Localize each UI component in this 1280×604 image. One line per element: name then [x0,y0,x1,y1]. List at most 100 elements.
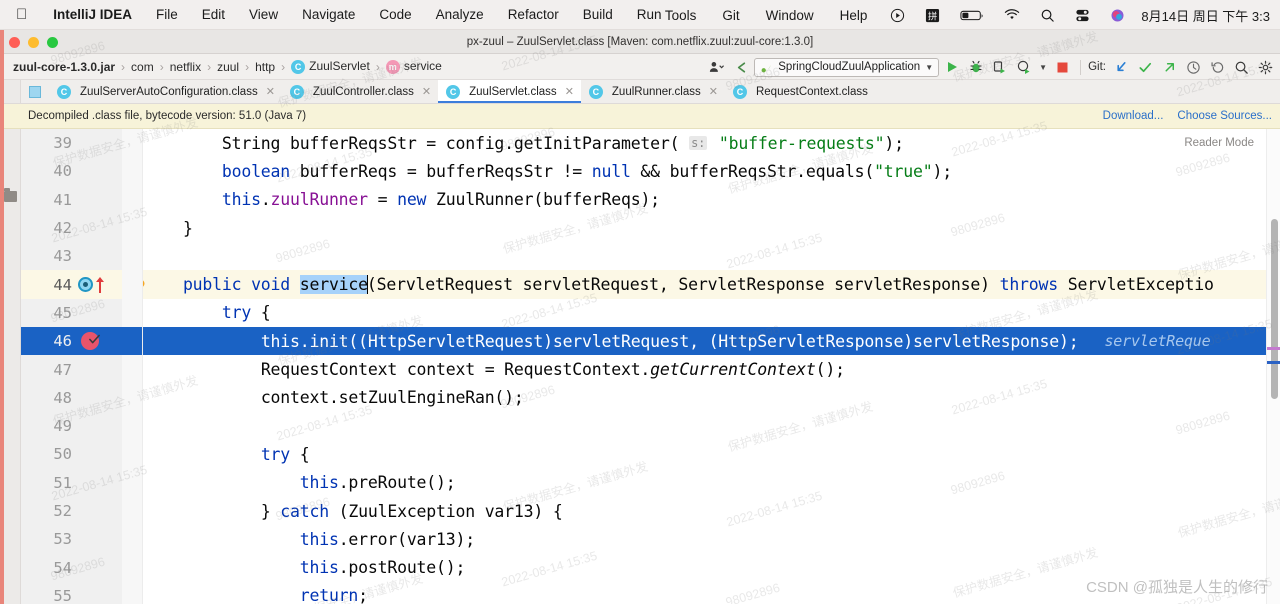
update-project-icon[interactable] [1110,56,1132,78]
gutter-line-49[interactable]: 49 [21,411,122,441]
profile-button[interactable] [1013,56,1035,78]
code-line-44[interactable]: 44 public void service (ServletRequest se… [21,270,1280,299]
code-text[interactable]: this .init((HttpServletRequest)servletReq… [122,327,1280,356]
fold-column[interactable] [122,496,143,526]
breadcrumb-item-class[interactable]: C ZuulServlet [286,59,375,74]
rollback-icon[interactable] [1206,56,1228,78]
code-text[interactable]: return; [122,582,1280,604]
menubar-clock[interactable]: 8月14日 周日 下午 3:3 [1135,6,1280,25]
fold-column[interactable] [122,157,143,186]
tab-zuulservlet[interactable]: C ZuulServlet.class ✕ [438,80,581,103]
code-text[interactable]: try { [122,440,1280,468]
play-circle-icon[interactable] [880,8,915,23]
fold-column[interactable] [122,581,143,604]
push-icon[interactable] [1158,56,1180,78]
code-text[interactable]: this .error(var13); [122,525,1280,553]
fold-column[interactable] [122,383,143,412]
code-line-42[interactable]: 42 } [21,213,1280,243]
project-structure-icon[interactable] [706,56,728,78]
choose-sources-link[interactable]: Choose Sources... [1177,110,1272,122]
control-center-icon[interactable] [1065,8,1100,23]
fold-column[interactable] [122,525,143,554]
menubar-item-tools[interactable]: Tools [652,8,710,23]
breadcrumb-item-method[interactable]: m service [381,59,447,74]
fold-column[interactable] [122,298,143,328]
override-arrow-icon[interactable] [95,276,105,293]
fold-column[interactable] [122,411,143,441]
code-text[interactable]: String bufferReqsStr = config.getInitPar… [122,129,1280,157]
fold-column[interactable] [122,242,143,271]
breadcrumb-item-jar[interactable]: zuul-core-1.3.0.jar [8,60,120,74]
settings-gear-icon[interactable] [1254,56,1276,78]
code-line-51[interactable]: 51 this .preRoute(); [21,468,1280,497]
fold-column[interactable] [122,440,143,469]
menubar-item-edit[interactable]: Edit [190,7,237,22]
menubar-item-view[interactable]: View [237,7,290,22]
code-line-54[interactable]: 54 this .postRoute(); [21,553,1280,582]
code-line-55[interactable]: 55 return; [21,581,1280,604]
implementing-method-icon[interactable] [78,277,93,293]
fold-column[interactable] [122,213,143,243]
menubar-item-code[interactable]: Code [367,7,423,22]
code-text[interactable]: this .postRoute(); [122,553,1280,581]
menubar-item-analyze[interactable]: Analyze [424,7,496,22]
download-sources-link[interactable]: Download... [1103,110,1164,122]
wifi-icon[interactable] [994,8,1030,22]
siri-icon[interactable] [1100,8,1135,23]
code-text[interactable]: boolean bufferReqs = bufferReqsStr != nu… [122,157,1280,185]
gutter-line-42[interactable]: 42 [21,213,138,243]
tab-requestcontext[interactable]: C RequestContext.class [725,80,875,103]
close-icon[interactable]: ✕ [422,85,431,98]
gutter-line-47[interactable]: 47 [21,355,122,384]
battery-icon[interactable] [950,8,994,22]
code-line-45[interactable]: 45 try { [21,298,1280,328]
code-text[interactable]: this .preRoute(); [122,469,1280,497]
fold-column[interactable] [122,553,143,582]
code-line-39[interactable]: 39 String bufferReqsStr = config.getInit… [21,129,1280,158]
close-icon[interactable]: ✕ [565,85,574,98]
gutter-line-51[interactable]: 51 [21,468,122,497]
chevron-down-icon[interactable]: ▼ [1037,56,1049,78]
gutter-line-52[interactable]: 52 [21,496,138,526]
gutter-line-53[interactable]: 53 [21,525,122,554]
run-configuration-selector[interactable]: SpringCloudZuulApplication ▼ [754,57,940,77]
code-text[interactable] [122,412,1280,440]
fold-column[interactable] [122,468,143,497]
code-text[interactable]: } catch (ZuulException var13) { [122,497,1280,525]
code-text[interactable]: RequestContext context = RequestContext.… [122,355,1280,383]
menubar-item-navigate[interactable]: Navigate [290,7,367,22]
code-line-43[interactable]: 43 [21,242,1280,271]
gutter-line-48[interactable]: 48 [21,383,122,412]
stripe-marker-caret[interactable] [1267,361,1280,364]
gutter-line-45[interactable]: 45 [21,298,138,328]
input-method-pinyin-icon[interactable]: 拼 [915,8,950,23]
stop-button[interactable] [1051,56,1073,78]
code-text[interactable]: this. zuulRunner = new ZuulRunner(bufferR… [122,186,1280,214]
minimize-button[interactable] [28,36,39,48]
tab-zuulcontroller[interactable]: C ZuulController.class ✕ [282,80,438,103]
code-text[interactable]: try { [122,299,1280,327]
tab-zuulserverautoconfiguration[interactable]: C ZuulServerAutoConfiguration.class ✕ [49,80,282,103]
code-text[interactable]: public void service (ServletRequest servl… [122,270,1280,299]
gutter-line-54[interactable]: 54 [21,553,122,582]
breadcrumb-item-http[interactable]: http [250,60,280,74]
reader-mode-label[interactable]: Reader Mode [1184,137,1254,149]
fold-column[interactable] [122,327,143,356]
code-text[interactable]: } [122,214,1280,242]
menubar-item-file[interactable]: File [144,7,190,22]
code-line-50[interactable]: 50 try { [21,440,1280,469]
breadcrumb-item-zuul[interactable]: zuul [212,60,244,74]
breadcrumb-item-netflix[interactable]: netflix [165,60,206,74]
search-everywhere-icon[interactable] [1230,56,1252,78]
fold-column[interactable] [122,270,143,299]
commit-icon[interactable] [1134,56,1156,78]
fold-column[interactable] [122,355,143,384]
back-arrow-icon[interactable] [730,56,752,78]
apple-logo-icon[interactable]:  [0,7,41,22]
zoom-button[interactable] [47,36,58,48]
code-line-41[interactable]: 41 this. zuulRunner = new ZuulRunner(buff… [21,185,1280,214]
menubar-item-refactor[interactable]: Refactor [496,7,571,22]
menubar-app-name[interactable]: IntelliJ IDEA [41,7,144,22]
search-icon[interactable] [1030,8,1065,23]
gutter-line-55[interactable]: 55 [21,581,122,604]
